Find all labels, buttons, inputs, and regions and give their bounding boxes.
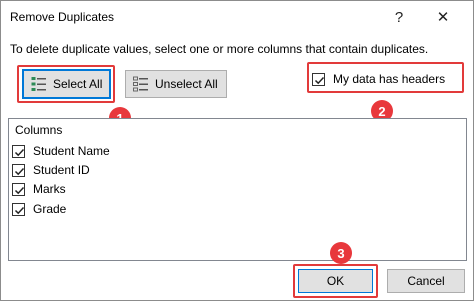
checkmark-icon — [14, 186, 25, 194]
select-all-label: Select All — [53, 77, 103, 91]
column-item-marks[interactable]: Marks — [12, 180, 66, 198]
headers-checkbox-label: My data has headers — [333, 72, 446, 86]
select-all-list-icon — [31, 76, 47, 92]
columns-header: Columns — [15, 123, 63, 137]
checkmark-icon — [314, 76, 325, 84]
select-all-button[interactable]: Select All — [22, 69, 111, 99]
instruction-text: To delete duplicate values, select one o… — [10, 42, 429, 56]
close-icon: ✕ — [436, 9, 450, 26]
title-bar: Remove Duplicates ? ✕ — [1, 1, 473, 33]
dialog-title: Remove Duplicates — [10, 10, 115, 24]
ok-button[interactable]: OK — [298, 269, 373, 293]
column-label: Student ID — [33, 163, 90, 177]
my-data-has-headers-checkbox[interactable]: My data has headers — [312, 69, 462, 89]
column-item-student-id[interactable]: Student ID — [12, 161, 90, 179]
column-item-student-name[interactable]: Student Name — [12, 142, 110, 160]
unselect-all-label: Unselect All — [155, 77, 218, 91]
help-button[interactable]: ? — [385, 4, 413, 30]
unselect-all-list-icon — [133, 76, 149, 92]
close-button[interactable]: ✕ — [429, 4, 457, 30]
unselect-all-button[interactable]: Unselect All — [125, 70, 227, 98]
cancel-button[interactable]: Cancel — [387, 269, 465, 293]
column-checkbox[interactable] — [12, 163, 25, 177]
checkmark-icon — [14, 167, 25, 175]
headers-checkbox-box[interactable] — [312, 72, 325, 86]
checkmark-icon — [14, 206, 25, 214]
column-checkbox[interactable] — [12, 144, 25, 158]
remove-duplicates-dialog: Remove Duplicates ? ✕ To delete duplicat… — [0, 0, 474, 301]
columns-list[interactable]: Columns Student Name Student ID Marks Gr… — [8, 118, 467, 261]
column-label: Marks — [33, 182, 66, 196]
column-label: Grade — [33, 202, 67, 216]
column-item-grade[interactable]: Grade — [12, 200, 66, 218]
checkmark-icon — [14, 148, 25, 156]
column-checkbox[interactable] — [12, 182, 25, 196]
column-checkbox[interactable] — [12, 202, 25, 216]
step-badge-3: 3 — [330, 242, 352, 264]
column-label: Student Name — [33, 144, 110, 158]
